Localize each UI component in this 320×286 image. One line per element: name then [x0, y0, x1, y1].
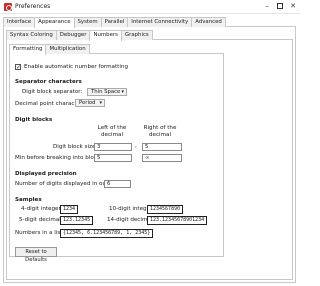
tab-parallel[interactable]: Parallel: [100, 17, 129, 27]
min-before-breaking-left-spinner[interactable]: 5: [94, 154, 132, 162]
right-of-decimal-header-2: decimal: [148, 132, 172, 138]
numbers-inner-tab-bar: Formatting Multiplication: [9, 44, 90, 55]
fourteen-digit-decimal-sample: 123.12345678901234: [147, 216, 208, 225]
decimal-point-label: Decimal point character:: [15, 101, 85, 107]
digit-block-separator-label: Digit block separator:: [22, 89, 83, 95]
enable-formatting-checkbox[interactable]: ✓: [15, 64, 21, 71]
tab-syntax-coloring[interactable]: Syntax Coloring: [6, 30, 57, 40]
ten-digit-integer-sample: 1234567890: [147, 205, 184, 214]
maximize-button[interactable]: [275, 2, 285, 11]
minimize-button[interactable]: –: [262, 2, 272, 11]
reset-to-defaults-button[interactable]: Reset to Defaults: [15, 247, 57, 263]
tab-interface[interactable]: Interface: [3, 17, 36, 27]
enable-formatting-label: Enable automatic number formatting: [24, 64, 129, 70]
numbers-in-list-label: Numbers in a list:: [15, 230, 65, 236]
tab-system[interactable]: System: [73, 17, 102, 27]
digit-block-size-right-spinner[interactable]: 5: [142, 143, 182, 151]
decimal-point-select[interactable]: Period ▾: [75, 99, 105, 107]
tab-formatting[interactable]: Formatting: [9, 44, 47, 55]
chevron-down-icon: ▾: [121, 89, 124, 95]
digit-block-size-separator: ,: [135, 143, 137, 149]
five-digit-decimal-sample: 123.12345: [60, 216, 94, 225]
decimal-point-value: Period: [79, 100, 96, 106]
samples-heading: Samples: [15, 197, 42, 203]
digits-displayed-value: 6: [107, 181, 111, 187]
digit-block-separator-select[interactable]: Thin Space ▾: [87, 88, 127, 96]
appearance-sub-tab-bar: Syntax Coloring Debugger Numbers Graphic…: [6, 30, 153, 41]
digit-block-size-right-value: 5: [145, 144, 149, 150]
min-before-breaking-right-value: ∞: [145, 155, 150, 161]
separator-heading: Separator characters: [15, 79, 82, 85]
digit-blocks-heading: Digit blocks: [15, 117, 53, 123]
window-title: Preferences: [15, 3, 51, 10]
left-of-decimal-header: Left of the: [97, 125, 127, 131]
right-of-decimal-header: Right of the: [143, 125, 177, 131]
numbers-in-list-sample: {12345, 6.123456789, 1, 2345}: [60, 229, 154, 238]
tab-appearance[interactable]: Appearance: [34, 17, 75, 28]
app-logo-icon: [4, 3, 12, 11]
min-before-breaking-label: Min before breaking into blocks:: [15, 155, 105, 161]
five-digit-decimal-label: 5-digit decimal:: [19, 217, 63, 223]
digit-block-separator-value: Thin Space: [91, 89, 121, 95]
digit-block-size-label: Digit block size:: [53, 144, 98, 150]
maximize-icon: [277, 3, 283, 9]
tab-graphics[interactable]: Graphics: [120, 30, 153, 40]
tab-internet-connectivity[interactable]: Internet Connectivity: [127, 17, 193, 27]
four-digit-integer-label: 4-digit integer:: [21, 206, 63, 212]
top-tab-bar: Interface Appearance System Parallel Int…: [3, 17, 226, 28]
digits-displayed-spinner[interactable]: 6: [104, 180, 131, 188]
displayed-precision-heading: Displayed precision: [15, 171, 77, 177]
left-of-decimal-header-2: decimal: [100, 132, 124, 138]
title-bar: Preferences – ✕: [0, 0, 300, 14]
tab-advanced[interactable]: Advanced: [191, 17, 226, 27]
digit-block-size-left-spinner[interactable]: 3: [94, 143, 132, 151]
tab-numbers[interactable]: Numbers: [89, 30, 122, 41]
close-button[interactable]: ✕: [288, 2, 298, 11]
chevron-down-icon: ▾: [99, 100, 102, 106]
digit-block-size-left-value: 3: [97, 144, 101, 150]
tab-multiplication[interactable]: Multiplication: [45, 44, 90, 54]
tab-debugger[interactable]: Debugger: [55, 30, 91, 40]
four-digit-integer-sample: 1234: [60, 205, 79, 214]
min-before-breaking-right-spinner[interactable]: ∞: [142, 154, 182, 162]
min-before-breaking-left-value: 5: [97, 155, 101, 161]
